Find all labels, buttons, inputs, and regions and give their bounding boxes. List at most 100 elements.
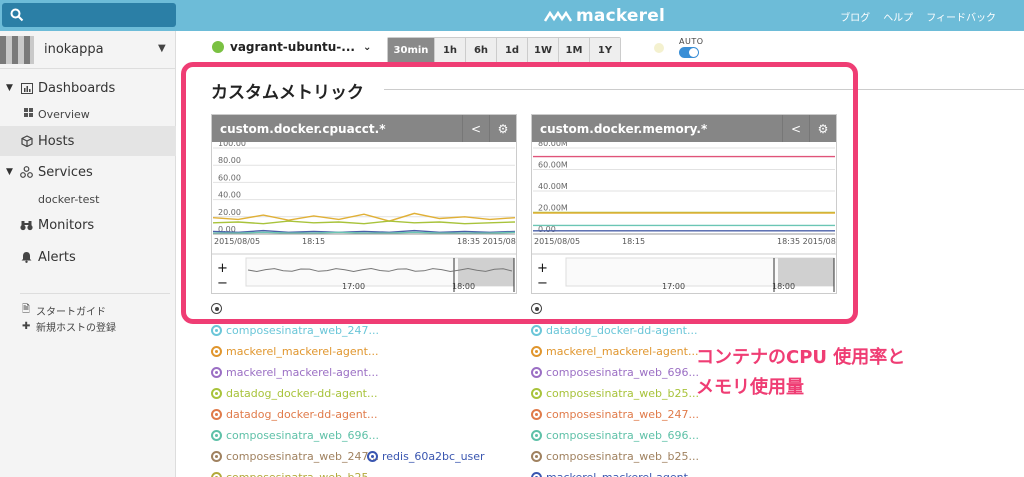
sidebar-item-label: Hosts xyxy=(38,133,75,149)
series-label: composesinatra_web_247... xyxy=(546,408,700,421)
sidebar-item-overview[interactable]: Overview xyxy=(0,103,176,125)
series-legend-item[interactable]: composesinatra_web_696... xyxy=(531,429,699,442)
range-button-30min[interactable]: 30min xyxy=(388,38,434,62)
range-button-1d[interactable]: 1d xyxy=(496,38,527,62)
series-label: composesinatra_web_696... xyxy=(226,429,380,442)
bell-icon xyxy=(20,251,33,264)
series-legend-item[interactable]: composesinatra_web_247... xyxy=(211,450,379,463)
series-legend-item[interactable]: composesinatra_web_b25... xyxy=(531,387,699,400)
annotation-line-2: メモリ使用量 xyxy=(696,377,804,398)
sidebar-item-dashboards[interactable]: ▼ Dashboards xyxy=(0,73,176,103)
series-color-icon xyxy=(211,367,222,378)
sidebar-item-docker-test[interactable]: docker-test xyxy=(0,188,176,210)
series-label: mackerel_mackerel-agent... xyxy=(546,345,699,358)
series-legend-item[interactable]: mackerel_mackerel-agent... xyxy=(211,345,378,358)
series-label: composesinatra_web_247... xyxy=(226,450,380,463)
series-legend-item[interactable]: redis_60a2bc_user xyxy=(367,450,485,463)
series-label: mackerel_mackerel-agent... xyxy=(226,366,379,379)
start-guide-label: スタートガイド xyxy=(36,307,106,318)
range-button-1W[interactable]: 1W xyxy=(527,38,558,62)
series-legend-item[interactable]: composesinatra_web_b25... xyxy=(211,471,379,477)
auto-refresh-label: AUTO xyxy=(679,37,704,46)
sidebar-item-alerts[interactable]: Alerts xyxy=(0,242,176,272)
binoculars-icon xyxy=(20,219,33,232)
services-icon xyxy=(20,166,33,179)
series-color-icon xyxy=(531,451,542,462)
sidebar-item-label: Dashboards xyxy=(38,80,116,96)
series-label: redis_60a2bc_user xyxy=(382,450,485,463)
sidebar-divider xyxy=(20,293,170,294)
series-color-icon xyxy=(531,325,542,336)
series-label: composesinatra_web_b25... xyxy=(226,471,379,477)
nav-blog-link[interactable]: ブログ xyxy=(840,9,870,24)
nav-feedback-link[interactable]: フィードバック xyxy=(926,9,996,24)
series-legend-item[interactable]: mackerel_mackerel-agent... xyxy=(531,345,698,358)
wave-logo-icon xyxy=(544,10,572,22)
series-color-icon xyxy=(531,346,542,357)
chevron-down-icon: ⌄ xyxy=(362,41,372,53)
nav-help-link[interactable]: ヘルプ xyxy=(883,9,913,24)
series-legend-item[interactable]: mackerel_mackerel-agent... xyxy=(211,366,378,379)
annotation-line-1: コンテナのCPU 使用率と xyxy=(696,347,906,368)
sidebar-item-services[interactable]: ▼ Services xyxy=(0,157,176,187)
series-label: composesinatra_web_b25... xyxy=(546,450,699,463)
document-icon: 🗎 xyxy=(22,304,31,315)
series-label: composesinatra_web_696... xyxy=(546,429,700,442)
auto-refresh-toggle[interactable] xyxy=(679,47,699,58)
series-label: mackerel_mackerel-agent... xyxy=(226,345,379,358)
org-name: inokappa xyxy=(44,42,104,57)
sidebar-item-monitors[interactable]: Monitors xyxy=(0,210,176,240)
range-button-1M[interactable]: 1M xyxy=(558,38,589,62)
series-legend-item[interactable]: datadog_docker-dd-agent... xyxy=(211,387,377,400)
search-icon xyxy=(10,8,24,22)
start-guide-link[interactable]: 🗎 スタートガイド xyxy=(22,302,106,319)
sidebar-item-label: Alerts xyxy=(38,249,76,265)
series-color-icon xyxy=(211,346,222,357)
range-button-6h[interactable]: 6h xyxy=(465,38,496,62)
series-legend-item[interactable]: composesinatra_web_696... xyxy=(211,429,379,442)
host-selector[interactable]: vagrant-ubuntu-... ⌄ xyxy=(212,40,371,54)
expand-arrow-icon: ▼ xyxy=(6,167,13,177)
host-name: vagrant-ubuntu-... xyxy=(230,40,355,54)
caret-down-icon: ▼ xyxy=(158,43,166,54)
host-status-icon xyxy=(212,41,224,53)
series-legend-item[interactable]: datadog_docker-dd-agent... xyxy=(211,408,377,421)
series-label: composesinatra_web_b25... xyxy=(546,387,699,400)
grid-icon xyxy=(24,108,33,120)
sidebar: inokappa ▼ ▼ Dashboards Overview Hosts ▼ xyxy=(0,31,176,477)
expand-arrow-icon: ▼ xyxy=(6,83,13,93)
sidebar-item-label: Services xyxy=(38,164,93,180)
series-legend-item[interactable]: composesinatra_web_696... xyxy=(531,366,699,379)
range-button-1h[interactable]: 1h xyxy=(434,38,465,62)
series-color-icon xyxy=(211,451,222,462)
series-color-icon xyxy=(211,409,222,420)
top-bar: mackerel ブログ ヘルプ フィードバック xyxy=(0,0,1024,31)
register-host-link[interactable]: ✚ 新規ホストの登録 xyxy=(22,319,116,334)
top-nav: ブログ ヘルプ フィードバック xyxy=(840,9,996,24)
plus-icon: ✚ xyxy=(22,321,31,332)
dashboard-icon xyxy=(20,82,33,95)
range-button-1Y[interactable]: 1Y xyxy=(589,38,620,62)
mackerel-logo[interactable]: mackerel xyxy=(544,6,665,26)
series-label: composesinatra_web_696... xyxy=(546,366,700,379)
series-color-icon xyxy=(211,388,222,399)
series-legend-item[interactable]: composesinatra_web_247... xyxy=(531,408,699,421)
series-legend-item[interactable]: composesinatra_web_b25... xyxy=(531,450,699,463)
series-label: mackerel_mackerel-agent... xyxy=(546,471,698,477)
series-color-icon xyxy=(211,472,222,477)
sidebar-item-hosts[interactable]: Hosts xyxy=(0,126,176,156)
sidebar-item-label: Overview xyxy=(38,107,90,121)
series-legend-item[interactable]: composesinatra_web_247... xyxy=(211,324,379,337)
search-box[interactable] xyxy=(2,3,176,27)
time-range-group: 30min 1h 6h 1d 1W 1M 1Y xyxy=(387,37,621,63)
series-color-icon xyxy=(531,388,542,399)
org-selector[interactable]: inokappa ▼ xyxy=(0,31,176,69)
register-host-label: 新規ホストの登録 xyxy=(36,323,116,334)
series-color-icon xyxy=(531,409,542,420)
series-legend-item[interactable]: datadog_docker-dd-agent... xyxy=(531,324,697,337)
lightbulb-icon xyxy=(654,43,664,53)
org-avatar xyxy=(0,36,34,64)
series-legend-item[interactable]: mackerel_mackerel-agent... xyxy=(531,471,698,477)
sidebar-item-label: docker-test xyxy=(38,192,100,206)
series-label: datadog_docker-dd-agent... xyxy=(226,408,378,421)
